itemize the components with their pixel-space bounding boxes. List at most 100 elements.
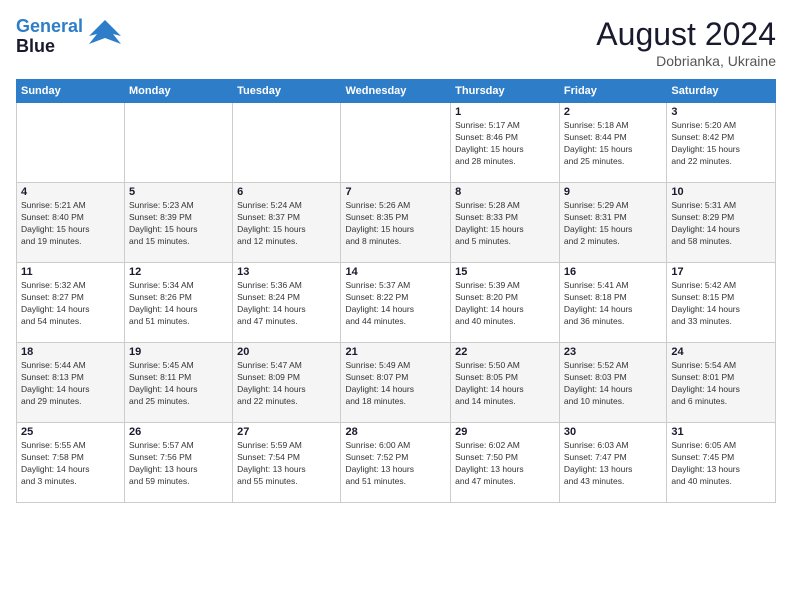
day-info: Sunrise: 5:47 AMSunset: 8:09 PMDaylight:… bbox=[237, 360, 336, 408]
day-info: Sunrise: 5:37 AMSunset: 8:22 PMDaylight:… bbox=[345, 280, 446, 328]
day-number: 22 bbox=[455, 346, 555, 358]
logo-blue: Blue bbox=[16, 37, 83, 57]
calendar-table: Sunday Monday Tuesday Wednesday Thursday… bbox=[16, 79, 776, 503]
day-info: Sunrise: 6:00 AMSunset: 7:52 PMDaylight:… bbox=[345, 440, 446, 488]
header-saturday: Saturday bbox=[667, 80, 776, 103]
day-number: 5 bbox=[129, 186, 228, 198]
calendar-cell: 3Sunrise: 5:20 AMSunset: 8:42 PMDaylight… bbox=[667, 103, 776, 183]
day-info: Sunrise: 5:36 AMSunset: 8:24 PMDaylight:… bbox=[237, 280, 336, 328]
calendar-cell: 28 Sunrise: 6:00 AMSunset: 7:52 PMDayligh… bbox=[341, 423, 451, 503]
day-info: Sunrise: 5:55 AMSunset: 7:58 PMDaylight:… bbox=[21, 440, 120, 488]
logo-general: General bbox=[16, 16, 83, 36]
calendar-cell: 27Sunrise: 5:59 AMSunset: 7:54 PMDayligh… bbox=[233, 423, 341, 503]
day-info: Sunrise: 5:29 AMSunset: 8:31 PMDaylight:… bbox=[564, 200, 662, 248]
day-number: 11 bbox=[21, 266, 120, 278]
day-number: 16 bbox=[564, 266, 662, 278]
calendar-cell: 20 Sunrise: 5:47 AMSunset: 8:09 PMDayligh… bbox=[233, 343, 341, 423]
header-tuesday: Tuesday bbox=[233, 80, 341, 103]
calendar-cell bbox=[125, 103, 233, 183]
day-info: Sunrise: 5:23 AMSunset: 8:39 PMDaylight:… bbox=[129, 200, 228, 248]
calendar-cell: 21Sunrise: 5:49 AMSunset: 8:07 PMDayligh… bbox=[341, 343, 451, 423]
day-number: 15 bbox=[455, 266, 555, 278]
day-number: 31 bbox=[671, 426, 771, 438]
day-info: Sunrise: 6:03 AMSunset: 7:47 PMDaylight:… bbox=[564, 440, 662, 488]
day-number: 1 bbox=[455, 106, 555, 118]
calendar-cell: 7 Sunrise: 5:26 AMSunset: 8:35 PMDaylight… bbox=[341, 183, 451, 263]
day-number: 7 bbox=[345, 186, 446, 198]
calendar-week-row-2: 11 Sunrise: 5:32 AMSunset: 8:27 PMDayligh… bbox=[17, 263, 776, 343]
location-subtitle: Dobrianka, Ukraine bbox=[596, 53, 776, 69]
calendar-cell: 23Sunrise: 5:52 AMSunset: 8:03 PMDayligh… bbox=[559, 343, 666, 423]
day-info: Sunrise: 6:05 AMSunset: 7:45 PMDaylight:… bbox=[671, 440, 771, 488]
day-info: Sunrise: 5:17 AMSunset: 8:46 PMDaylight:… bbox=[455, 120, 555, 168]
calendar-cell: 10 Sunrise: 5:31 AMSunset: 8:29 PMDayligh… bbox=[667, 183, 776, 263]
page: General Blue August 2024 Dobrianka, Ukra… bbox=[0, 0, 792, 612]
day-number: 6 bbox=[237, 186, 336, 198]
day-info: Sunrise: 5:57 AMSunset: 7:56 PMDaylight:… bbox=[129, 440, 228, 488]
calendar-cell: 26 Sunrise: 5:57 AMSunset: 7:56 PMDayligh… bbox=[125, 423, 233, 503]
day-number: 30 bbox=[564, 426, 662, 438]
calendar-cell: 6 Sunrise: 5:24 AMSunset: 8:37 PMDaylight… bbox=[233, 183, 341, 263]
calendar-cell bbox=[233, 103, 341, 183]
day-info: Sunrise: 5:39 AMSunset: 8:20 PMDaylight:… bbox=[455, 280, 555, 328]
header-sunday: Sunday bbox=[17, 80, 125, 103]
day-number: 20 bbox=[237, 346, 336, 358]
day-info: Sunrise: 5:41 AMSunset: 8:18 PMDaylight:… bbox=[564, 280, 662, 328]
day-info: Sunrise: 5:26 AMSunset: 8:35 PMDaylight:… bbox=[345, 200, 446, 248]
calendar-cell: 25 Sunrise: 5:55 AMSunset: 7:58 PMDayligh… bbox=[17, 423, 125, 503]
calendar-cell: 31 Sunrise: 6:05 AMSunset: 7:45 PMDayligh… bbox=[667, 423, 776, 503]
calendar-cell: 15 Sunrise: 5:39 AMSunset: 8:20 PMDayligh… bbox=[451, 263, 560, 343]
day-info: Sunrise: 5:32 AMSunset: 8:27 PMDaylight:… bbox=[21, 280, 120, 328]
day-info: Sunrise: 6:02 AMSunset: 7:50 PMDaylight:… bbox=[455, 440, 555, 488]
calendar-cell bbox=[17, 103, 125, 183]
day-info: Sunrise: 5:45 AMSunset: 8:11 PMDaylight:… bbox=[129, 360, 228, 408]
calendar-cell: 8Sunrise: 5:28 AMSunset: 8:33 PMDaylight… bbox=[451, 183, 560, 263]
header-wednesday: Wednesday bbox=[341, 80, 451, 103]
calendar-week-row-3: 18Sunrise: 5:44 AMSunset: 8:13 PMDayligh… bbox=[17, 343, 776, 423]
day-info: Sunrise: 5:50 AMSunset: 8:05 PMDaylight:… bbox=[455, 360, 555, 408]
day-info: Sunrise: 5:18 AMSunset: 8:44 PMDaylight:… bbox=[564, 120, 662, 168]
day-info: Sunrise: 5:42 AMSunset: 8:15 PMDaylight:… bbox=[671, 280, 771, 328]
day-number: 3 bbox=[671, 106, 771, 118]
calendar-cell: 11 Sunrise: 5:32 AMSunset: 8:27 PMDayligh… bbox=[17, 263, 125, 343]
header-friday: Friday bbox=[559, 80, 666, 103]
calendar-cell bbox=[341, 103, 451, 183]
day-number: 26 bbox=[129, 426, 228, 438]
day-info: Sunrise: 5:54 AMSunset: 8:01 PMDaylight:… bbox=[671, 360, 771, 408]
month-year-title: August 2024 bbox=[596, 16, 776, 53]
day-number: 28 bbox=[345, 426, 446, 438]
calendar-cell: 13 Sunrise: 5:36 AMSunset: 8:24 PMDayligh… bbox=[233, 263, 341, 343]
day-number: 29 bbox=[455, 426, 555, 438]
calendar-cell: 17Sunrise: 5:42 AMSunset: 8:15 PMDayligh… bbox=[667, 263, 776, 343]
calendar-cell: 19 Sunrise: 5:45 AMSunset: 8:11 PMDayligh… bbox=[125, 343, 233, 423]
day-number: 18 bbox=[21, 346, 120, 358]
day-info: Sunrise: 5:31 AMSunset: 8:29 PMDaylight:… bbox=[671, 200, 771, 248]
day-number: 8 bbox=[455, 186, 555, 198]
day-number: 21 bbox=[345, 346, 446, 358]
day-number: 14 bbox=[345, 266, 446, 278]
header-monday: Monday bbox=[125, 80, 233, 103]
calendar-week-row-0: 1 Sunrise: 5:17 AMSunset: 8:46 PMDaylight… bbox=[17, 103, 776, 183]
calendar-cell: 2Sunrise: 5:18 AMSunset: 8:44 PMDaylight… bbox=[559, 103, 666, 183]
header: General Blue August 2024 Dobrianka, Ukra… bbox=[16, 16, 776, 69]
calendar-cell: 29 Sunrise: 6:02 AMSunset: 7:50 PMDayligh… bbox=[451, 423, 560, 503]
day-number: 25 bbox=[21, 426, 120, 438]
title-block: August 2024 Dobrianka, Ukraine bbox=[596, 16, 776, 69]
logo-bird-icon bbox=[87, 16, 123, 57]
day-number: 13 bbox=[237, 266, 336, 278]
calendar-cell: 24 Sunrise: 5:54 AMSunset: 8:01 PMDayligh… bbox=[667, 343, 776, 423]
header-thursday: Thursday bbox=[451, 80, 560, 103]
calendar-cell: 4Sunrise: 5:21 AMSunset: 8:40 PMDaylight… bbox=[17, 183, 125, 263]
day-number: 19 bbox=[129, 346, 228, 358]
logo: General Blue bbox=[16, 16, 123, 57]
calendar-week-row-1: 4Sunrise: 5:21 AMSunset: 8:40 PMDaylight… bbox=[17, 183, 776, 263]
calendar-cell: 9Sunrise: 5:29 AMSunset: 8:31 PMDaylight… bbox=[559, 183, 666, 263]
day-info: Sunrise: 5:34 AMSunset: 8:26 PMDaylight:… bbox=[129, 280, 228, 328]
day-number: 4 bbox=[21, 186, 120, 198]
day-number: 24 bbox=[671, 346, 771, 358]
day-number: 23 bbox=[564, 346, 662, 358]
calendar-cell: 16 Sunrise: 5:41 AMSunset: 8:18 PMDayligh… bbox=[559, 263, 666, 343]
day-number: 10 bbox=[671, 186, 771, 198]
day-info: Sunrise: 5:24 AMSunset: 8:37 PMDaylight:… bbox=[237, 200, 336, 248]
day-number: 12 bbox=[129, 266, 228, 278]
